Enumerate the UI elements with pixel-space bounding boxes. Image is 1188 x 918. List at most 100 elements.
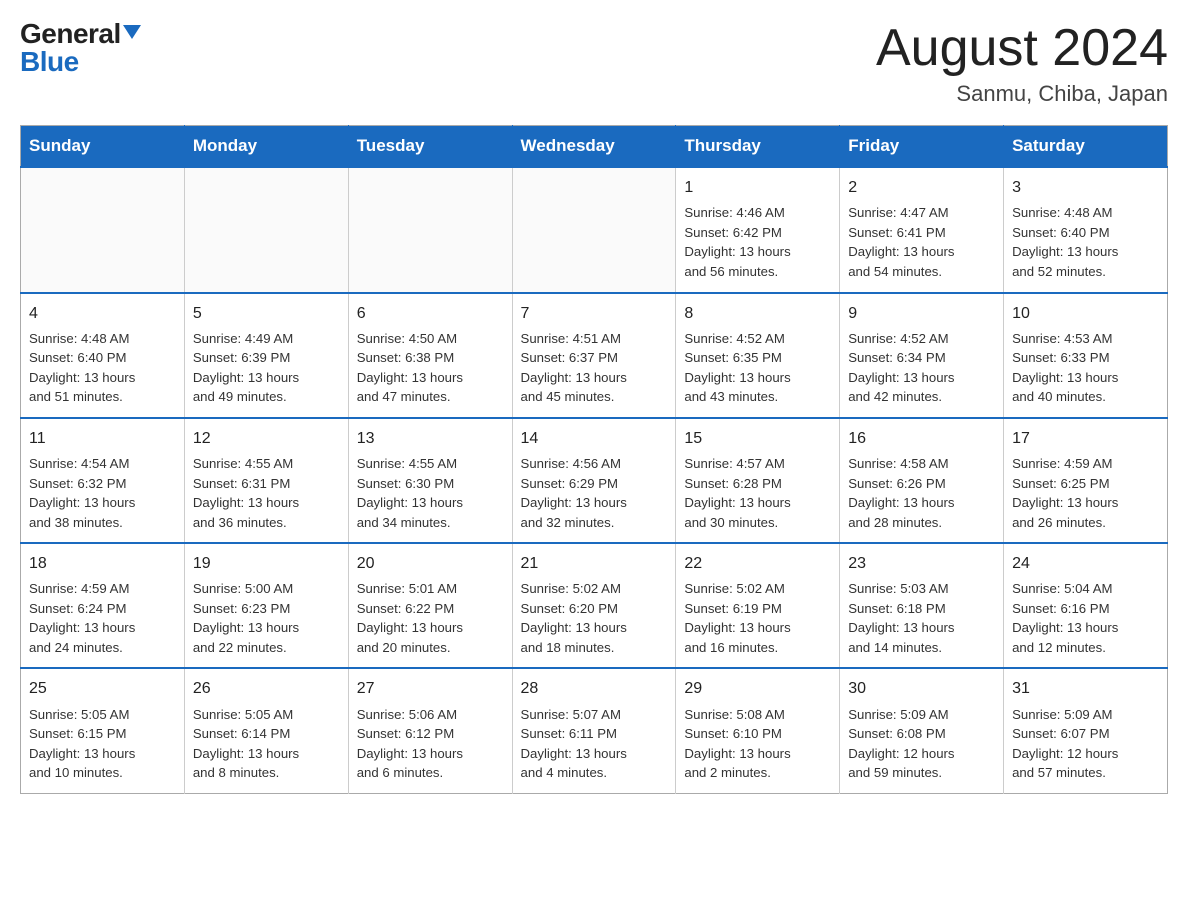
day-info: Sunrise: 4:57 AM Sunset: 6:28 PM Dayligh… bbox=[684, 454, 831, 532]
day-number: 30 bbox=[848, 677, 995, 700]
day-info: Sunrise: 4:55 AM Sunset: 6:30 PM Dayligh… bbox=[357, 454, 504, 532]
day-info: Sunrise: 5:08 AM Sunset: 6:10 PM Dayligh… bbox=[684, 705, 831, 783]
location-title: Sanmu, Chiba, Japan bbox=[876, 81, 1168, 107]
day-number: 23 bbox=[848, 552, 995, 575]
day-info: Sunrise: 4:59 AM Sunset: 6:24 PM Dayligh… bbox=[29, 579, 176, 657]
empty-cell bbox=[512, 167, 676, 292]
day-number: 27 bbox=[357, 677, 504, 700]
day-number: 2 bbox=[848, 176, 995, 199]
day-of-week-tuesday: Tuesday bbox=[348, 126, 512, 168]
day-cell-20: 20 Sunrise: 5:01 AM Sunset: 6:22 PM Dayli… bbox=[348, 543, 512, 668]
day-info: Sunrise: 4:50 AM Sunset: 6:38 PM Dayligh… bbox=[357, 329, 504, 407]
day-of-week-friday: Friday bbox=[840, 126, 1004, 168]
day-info: Sunrise: 5:02 AM Sunset: 6:19 PM Dayligh… bbox=[684, 579, 831, 657]
day-info: Sunrise: 5:03 AM Sunset: 6:18 PM Dayligh… bbox=[848, 579, 995, 657]
day-cell-2: 2Sunrise: 4:47 AM Sunset: 6:41 PM Daylig… bbox=[840, 167, 1004, 292]
day-number: 22 bbox=[684, 552, 831, 575]
day-cell-25: 25 Sunrise: 5:05 AM Sunset: 6:15 PM Dayli… bbox=[21, 668, 185, 793]
week-row-5: 25 Sunrise: 5:05 AM Sunset: 6:15 PM Dayli… bbox=[21, 668, 1168, 793]
day-info: Sunrise: 4:58 AM Sunset: 6:26 PM Dayligh… bbox=[848, 454, 995, 532]
day-number: 15 bbox=[684, 427, 831, 450]
week-row-2: 4 Sunrise: 4:48 AM Sunset: 6:40 PM Daylig… bbox=[21, 293, 1168, 418]
day-number: 8 bbox=[684, 302, 831, 325]
day-number: 16 bbox=[848, 427, 995, 450]
day-cell-7: 7 Sunrise: 4:51 AM Sunset: 6:37 PM Daylig… bbox=[512, 293, 676, 418]
day-cell-4: 4 Sunrise: 4:48 AM Sunset: 6:40 PM Daylig… bbox=[21, 293, 185, 418]
day-number: 7 bbox=[521, 302, 668, 325]
day-cell-28: 28 Sunrise: 5:07 AM Sunset: 6:11 PM Dayli… bbox=[512, 668, 676, 793]
day-cell-11: 11Sunrise: 4:54 AM Sunset: 6:32 PM Dayli… bbox=[21, 418, 185, 543]
day-number: 9 bbox=[848, 302, 995, 325]
days-of-week-row: SundayMondayTuesdayWednesdayThursdayFrid… bbox=[21, 126, 1168, 168]
day-cell-5: 5 Sunrise: 4:49 AM Sunset: 6:39 PM Daylig… bbox=[184, 293, 348, 418]
calendar-body: 1Sunrise: 4:46 AM Sunset: 6:42 PM Daylig… bbox=[21, 167, 1168, 793]
day-number: 4 bbox=[29, 302, 176, 325]
logo-general-text: General bbox=[20, 20, 121, 48]
day-info: Sunrise: 4:55 AM Sunset: 6:31 PM Dayligh… bbox=[193, 454, 340, 532]
calendar-table: SundayMondayTuesdayWednesdayThursdayFrid… bbox=[20, 125, 1168, 794]
empty-cell bbox=[348, 167, 512, 292]
day-cell-9: 9 Sunrise: 4:52 AM Sunset: 6:34 PM Daylig… bbox=[840, 293, 1004, 418]
day-info: Sunrise: 5:02 AM Sunset: 6:20 PM Dayligh… bbox=[521, 579, 668, 657]
day-number: 5 bbox=[193, 302, 340, 325]
day-cell-15: 15 Sunrise: 4:57 AM Sunset: 6:28 PM Dayli… bbox=[676, 418, 840, 543]
empty-cell bbox=[184, 167, 348, 292]
day-info: Sunrise: 4:51 AM Sunset: 6:37 PM Dayligh… bbox=[521, 329, 668, 407]
day-number: 3 bbox=[1012, 176, 1159, 199]
day-cell-21: 21 Sunrise: 5:02 AM Sunset: 6:20 PM Dayli… bbox=[512, 543, 676, 668]
day-info: Sunrise: 4:48 AM Sunset: 6:40 PM Dayligh… bbox=[29, 329, 176, 407]
day-cell-29: 29Sunrise: 5:08 AM Sunset: 6:10 PM Dayli… bbox=[676, 668, 840, 793]
day-info: Sunrise: 4:48 AM Sunset: 6:40 PM Dayligh… bbox=[1012, 203, 1159, 281]
day-number: 20 bbox=[357, 552, 504, 575]
logo-blue-text: Blue bbox=[20, 46, 79, 77]
day-info: Sunrise: 5:09 AM Sunset: 6:07 PM Dayligh… bbox=[1012, 705, 1159, 783]
day-of-week-saturday: Saturday bbox=[1004, 126, 1168, 168]
day-info: Sunrise: 5:00 AM Sunset: 6:23 PM Dayligh… bbox=[193, 579, 340, 657]
day-info: Sunrise: 4:52 AM Sunset: 6:35 PM Dayligh… bbox=[684, 329, 831, 407]
day-info: Sunrise: 5:04 AM Sunset: 6:16 PM Dayligh… bbox=[1012, 579, 1159, 657]
day-of-week-thursday: Thursday bbox=[676, 126, 840, 168]
day-cell-30: 30 Sunrise: 5:09 AM Sunset: 6:08 PM Dayli… bbox=[840, 668, 1004, 793]
week-row-1: 1Sunrise: 4:46 AM Sunset: 6:42 PM Daylig… bbox=[21, 167, 1168, 292]
day-info: Sunrise: 4:54 AM Sunset: 6:32 PM Dayligh… bbox=[29, 454, 176, 532]
day-number: 6 bbox=[357, 302, 504, 325]
day-of-week-monday: Monday bbox=[184, 126, 348, 168]
day-info: Sunrise: 5:09 AM Sunset: 6:08 PM Dayligh… bbox=[848, 705, 995, 783]
day-cell-10: 10 Sunrise: 4:53 AM Sunset: 6:33 PM Dayli… bbox=[1004, 293, 1168, 418]
day-number: 1 bbox=[684, 176, 831, 199]
day-number: 25 bbox=[29, 677, 176, 700]
day-number: 14 bbox=[521, 427, 668, 450]
day-cell-24: 24Sunrise: 5:04 AM Sunset: 6:16 PM Dayli… bbox=[1004, 543, 1168, 668]
day-cell-27: 27Sunrise: 5:06 AM Sunset: 6:12 PM Dayli… bbox=[348, 668, 512, 793]
day-info: Sunrise: 5:05 AM Sunset: 6:15 PM Dayligh… bbox=[29, 705, 176, 783]
logo: General Blue bbox=[20, 20, 141, 76]
title-area: August 2024 Sanmu, Chiba, Japan bbox=[876, 20, 1168, 107]
day-info: Sunrise: 5:01 AM Sunset: 6:22 PM Dayligh… bbox=[357, 579, 504, 657]
day-info: Sunrise: 5:07 AM Sunset: 6:11 PM Dayligh… bbox=[521, 705, 668, 783]
day-info: Sunrise: 4:56 AM Sunset: 6:29 PM Dayligh… bbox=[521, 454, 668, 532]
day-info: Sunrise: 5:05 AM Sunset: 6:14 PM Dayligh… bbox=[193, 705, 340, 783]
day-cell-31: 31 Sunrise: 5:09 AM Sunset: 6:07 PM Dayli… bbox=[1004, 668, 1168, 793]
day-number: 21 bbox=[521, 552, 668, 575]
empty-cell bbox=[21, 167, 185, 292]
day-number: 28 bbox=[521, 677, 668, 700]
day-number: 12 bbox=[193, 427, 340, 450]
day-number: 31 bbox=[1012, 677, 1159, 700]
day-number: 13 bbox=[357, 427, 504, 450]
calendar-header: SundayMondayTuesdayWednesdayThursdayFrid… bbox=[21, 126, 1168, 168]
week-row-4: 18Sunrise: 4:59 AM Sunset: 6:24 PM Dayli… bbox=[21, 543, 1168, 668]
day-info: Sunrise: 4:53 AM Sunset: 6:33 PM Dayligh… bbox=[1012, 329, 1159, 407]
day-cell-19: 19Sunrise: 5:00 AM Sunset: 6:23 PM Dayli… bbox=[184, 543, 348, 668]
page-header: General Blue August 2024 Sanmu, Chiba, J… bbox=[20, 20, 1168, 107]
day-info: Sunrise: 4:49 AM Sunset: 6:39 PM Dayligh… bbox=[193, 329, 340, 407]
day-cell-18: 18Sunrise: 4:59 AM Sunset: 6:24 PM Dayli… bbox=[21, 543, 185, 668]
day-of-week-sunday: Sunday bbox=[21, 126, 185, 168]
day-number: 10 bbox=[1012, 302, 1159, 325]
day-cell-17: 17Sunrise: 4:59 AM Sunset: 6:25 PM Dayli… bbox=[1004, 418, 1168, 543]
day-cell-23: 23 Sunrise: 5:03 AM Sunset: 6:18 PM Dayli… bbox=[840, 543, 1004, 668]
day-number: 17 bbox=[1012, 427, 1159, 450]
month-title: August 2024 bbox=[876, 20, 1168, 77]
day-cell-22: 22 Sunrise: 5:02 AM Sunset: 6:19 PM Dayli… bbox=[676, 543, 840, 668]
day-info: Sunrise: 4:52 AM Sunset: 6:34 PM Dayligh… bbox=[848, 329, 995, 407]
day-cell-26: 26Sunrise: 5:05 AM Sunset: 6:14 PM Dayli… bbox=[184, 668, 348, 793]
